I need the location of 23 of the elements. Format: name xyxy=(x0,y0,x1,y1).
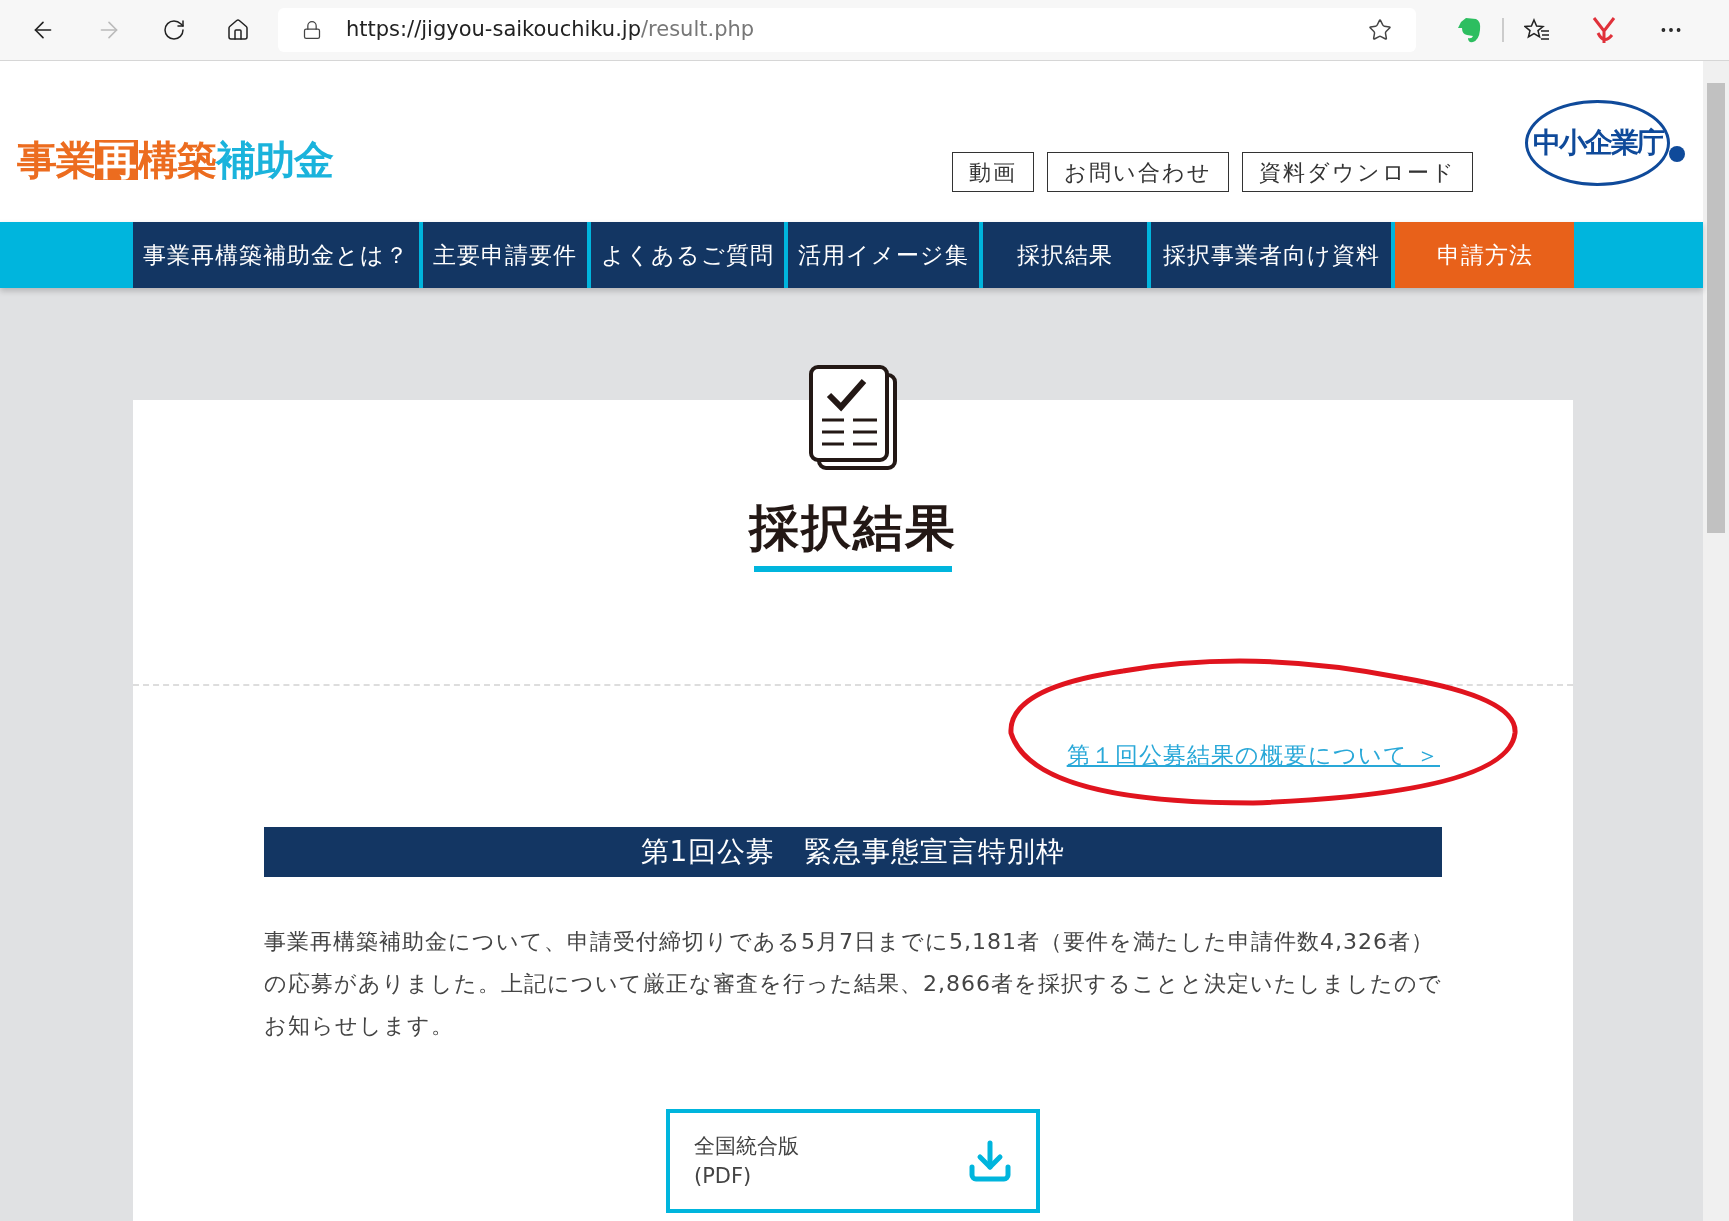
add-favorite-icon[interactable] xyxy=(1368,18,1392,42)
header-link-button[interactable]: 資料ダウンロード xyxy=(1242,152,1473,192)
lock-icon xyxy=(302,20,322,40)
reload-icon[interactable] xyxy=(162,18,186,42)
favorites-list-icon[interactable] xyxy=(1524,18,1550,42)
nav-link[interactable]: 事業再構築補助金とは？ xyxy=(133,222,419,288)
result-paragraph: 事業再構築補助金について、申請受付締切りである5月7日までに5,181者（要件を満たした申請件数4,326者）の応募がありました。上記について厳正な審査を行った結果、2,866者を採択することと決定いたしましたのでお知らせします。 xyxy=(264,927,1442,1040)
url-text: https://jigyou-saikouchiku.jp/result.php xyxy=(346,16,755,44)
nav-link[interactable]: よくあるご質問 xyxy=(591,222,784,288)
page-title: 採択結果 xyxy=(749,498,957,558)
pdf-download-button[interactable]: 全国統合版 (PDF) xyxy=(666,1108,1040,1213)
download-format: (PDF) xyxy=(694,1162,752,1190)
address-bar[interactable]: https://jigyou-saikouchiku.jp/result.php xyxy=(278,8,1416,52)
nav-link[interactable]: 活用イメージ集 xyxy=(788,222,979,288)
header-link-button[interactable]: 動画 xyxy=(952,152,1034,192)
y-extension-icon[interactable] xyxy=(1590,15,1618,45)
home-icon[interactable] xyxy=(226,18,250,42)
header-link-button[interactable]: お問い合わせ xyxy=(1047,152,1229,192)
nav-link[interactable]: 採択事業者向け資料 xyxy=(1151,222,1391,288)
nav-link[interactable]: 主要申請要件 xyxy=(423,222,587,288)
nav-link[interactable]: 採択結果 xyxy=(983,222,1147,288)
section-title: 第1回公募 緊急事態宣言特別枠 xyxy=(640,833,1066,870)
download-label: 全国統合版 xyxy=(694,1132,799,1160)
